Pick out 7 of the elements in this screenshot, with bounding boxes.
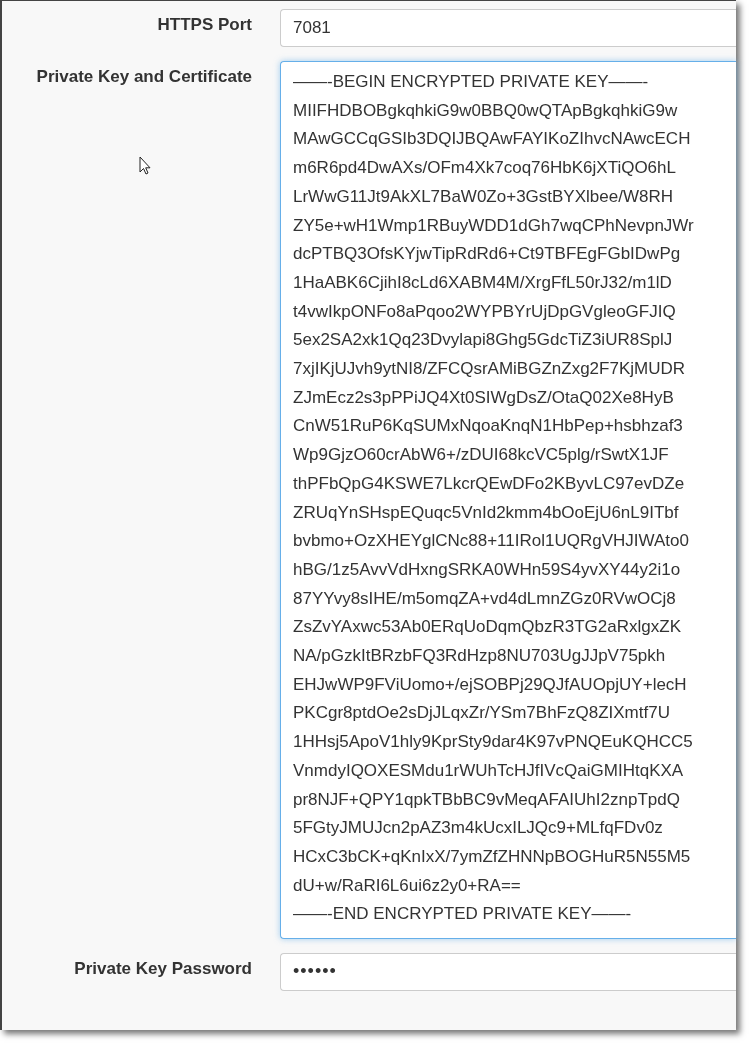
- password-field[interactable]: ••••••: [280, 953, 736, 991]
- field-label: Private Key and Certificate: [35, 66, 252, 87]
- field-label: Private Key Password: [73, 958, 252, 979]
- field-label: HTTPS Port: [156, 14, 252, 35]
- mouse-pointer-icon: [139, 156, 151, 175]
- key-text-area[interactable]: ——-BEGIN ENCRYPTED PRIVATE KEY——- MIIFHDBOBgkqhkiG9w0BBQ0wQTApBgkqhkiG9w MAwGCCqGSIb3DQIJBQAwFAYIKoZIhvcNAwcECH m6R6pd4DwAXs/OFm4Xk7coq76HbK6jXTiQO6hL LrWwG11Jt9AkXL7BaW0Zo+3GstBYXlbee/W8RH ZY5e+wH1Wmp1RBuyWDD1dGh7wqCPhNevpnJWr dcPTBQ3OfsKYjwTipRdRd6+Ct9TBFEgFGbIDwPg 1HaABK6CjihI8cLd6XABM4M/XrgFfL50rJ32/m1lD t4vwIkpONFo8aPqoo2WYPBYrUjDpGVgleoGFJIQ 5ex2SA2xk1Qq23Dvylapi8Ghg5GdcTiZ3iUR8SplJ 7xjIKjUJvh9ytNI8/ZFCQsrAMiBGZnZxg2F7KjMUDR ZJmEcz2s3pPPiJQ4Xt0SIWgDsZ/OtaQ02Xe8HyB CnW51RuP6KqSUMxNqoaKnqN1HbPep+hsbhzaf3 Wp9GjzO60crAbW6+/zDUI68kcVC5plg/rSwtX1JF thPFbQpG4KSWE7LkcrQEwDFo2KByvLC97evDZe ZRUqYnSHspEQuqc5VnId2kmm4bOoEjU6nL9ITbf bvbmo+OzXHEYglCNc88+11IRol1UQRgVHJIWAto0 hBG/1z5AvvVdHxngSRKA0WHn59S4yvXY44y2i1o 87YYvy8sIHE/m5omqZA+vd4dLmnZGz0RVwOCj8 ZsZvYAxwc53Ab0ERqUoDqmQbzR3TG2aRxlgxZK NA/pGzkItBRzbFQ3RdHzp8NU703UgJJpV75pkh EHJwWP9FViUomo+/ejSOBPj29QJfAUOpjUY+lecH PKCgr8ptdOe2sDjJLqxZr/YSm7BhFzQ8ZIXmtf7U 1HHsj5ApoV1hly9KprSty9dar4K97vPNQEuKQHCC5 VnmdyIQOXESMdu1rWUhTcHJfIVcQaiGMIHtqKXA pr8NJF+QPY1qpkTBbBC9vMeqAFAIUhI2znpTpdQ 5FGtyJMUJcn2pAZ3m4kUcxILJQc9+MLfqFDv0z HCxC3bCK+qKnIxX/7ymZfZHNNpBOGHuR5N55M5 dU+w/RaRI6L6ui6z2y0+RA== ——-END ENCRYPTED PRIVATE KEY——-: [280, 61, 736, 939]
- port-field[interactable]: 7081: [280, 9, 736, 47]
